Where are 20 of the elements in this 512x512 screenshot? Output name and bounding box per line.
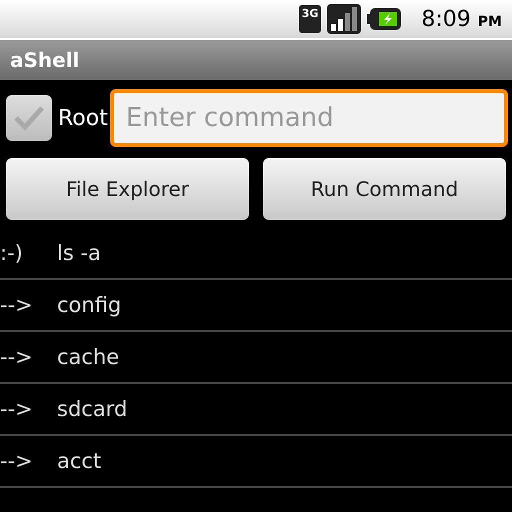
clock: 8:09 PM [421, 6, 502, 32]
output-text: cache [57, 345, 120, 369]
line-prefix: --> [0, 449, 34, 473]
action-button[interactable]: File Explorer [6, 158, 249, 220]
line-prefix: --> [0, 397, 34, 421]
output-text: ls -a [57, 241, 101, 265]
action-button[interactable]: Run Command [263, 158, 506, 220]
output-text: acct [57, 449, 102, 473]
checkbox[interactable] [6, 95, 52, 141]
checkbox-label: Root [58, 106, 108, 130]
output-text: config [57, 293, 122, 317]
output-text: sdcard [57, 397, 128, 421]
signal-icon [327, 4, 362, 34]
line-prefix: :-) [0, 241, 24, 265]
line-prefix: --> [0, 293, 34, 317]
command-field[interactable]: Enter command [110, 89, 508, 147]
network-type-icon: 3G [298, 5, 322, 33]
line-prefix: --> [0, 345, 34, 369]
battery-charging-icon [367, 8, 402, 30]
app-title: aShell [10, 48, 80, 72]
